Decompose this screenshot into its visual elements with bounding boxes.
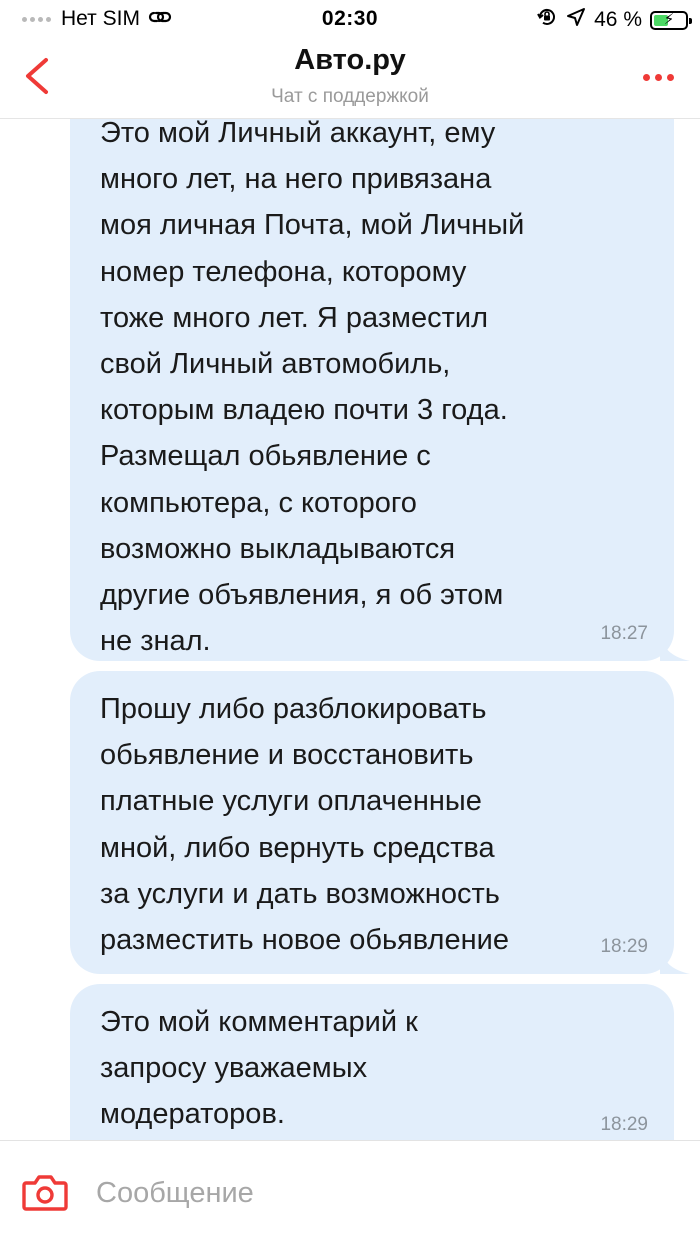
- messages-list[interactable]: Это мой Личный аккаунт, ему много лет, н…: [0, 118, 700, 1140]
- message-composer: [0, 1140, 700, 1245]
- status-right: 46 % ⚡: [536, 6, 692, 34]
- message-text: Прошу либо разблокировать обьявление и в…: [100, 693, 509, 957]
- orientation-lock-icon: [536, 6, 558, 34]
- bubble-tail: [660, 944, 690, 974]
- message-time: 18:29: [600, 1114, 648, 1135]
- message-text: Это мой комментарий к запросу уважаемых …: [100, 1006, 418, 1131]
- chat-header: Авто.ру Чат с поддержкой: [0, 40, 700, 119]
- battery-percent: 46 %: [594, 8, 642, 31]
- message-time: 18:27: [600, 623, 648, 644]
- message-input[interactable]: [96, 1171, 656, 1215]
- bubble-tail: [660, 631, 690, 661]
- camera-icon: [22, 1175, 68, 1211]
- more-dots-icon: [643, 74, 650, 81]
- message-text: Это мой Личный аккаунт, ему много лет, н…: [100, 118, 525, 658]
- message-bubble[interactable]: Прошу либо разблокировать обьявление и в…: [70, 671, 690, 974]
- location-arrow-icon: [566, 7, 586, 33]
- page-title: Авто.ру: [294, 44, 406, 76]
- chat-screen: Нет SIM 02:30 46 % ⚡ Авто.ру Чат с подде…: [0, 0, 700, 1245]
- page-subtitle: Чат с поддержкой: [271, 86, 429, 107]
- message-bubble[interactable]: Это мой комментарий к запросу уважаемых …: [70, 984, 674, 1140]
- message-time: 18:29: [600, 936, 648, 957]
- battery-charging-icon: ⚡: [650, 10, 692, 30]
- more-button[interactable]: [643, 74, 674, 81]
- status-bar: Нет SIM 02:30 46 % ⚡: [0, 0, 700, 40]
- camera-button[interactable]: [22, 1173, 68, 1213]
- message-bubble[interactable]: Это мой Личный аккаунт, ему много лет, н…: [70, 118, 690, 661]
